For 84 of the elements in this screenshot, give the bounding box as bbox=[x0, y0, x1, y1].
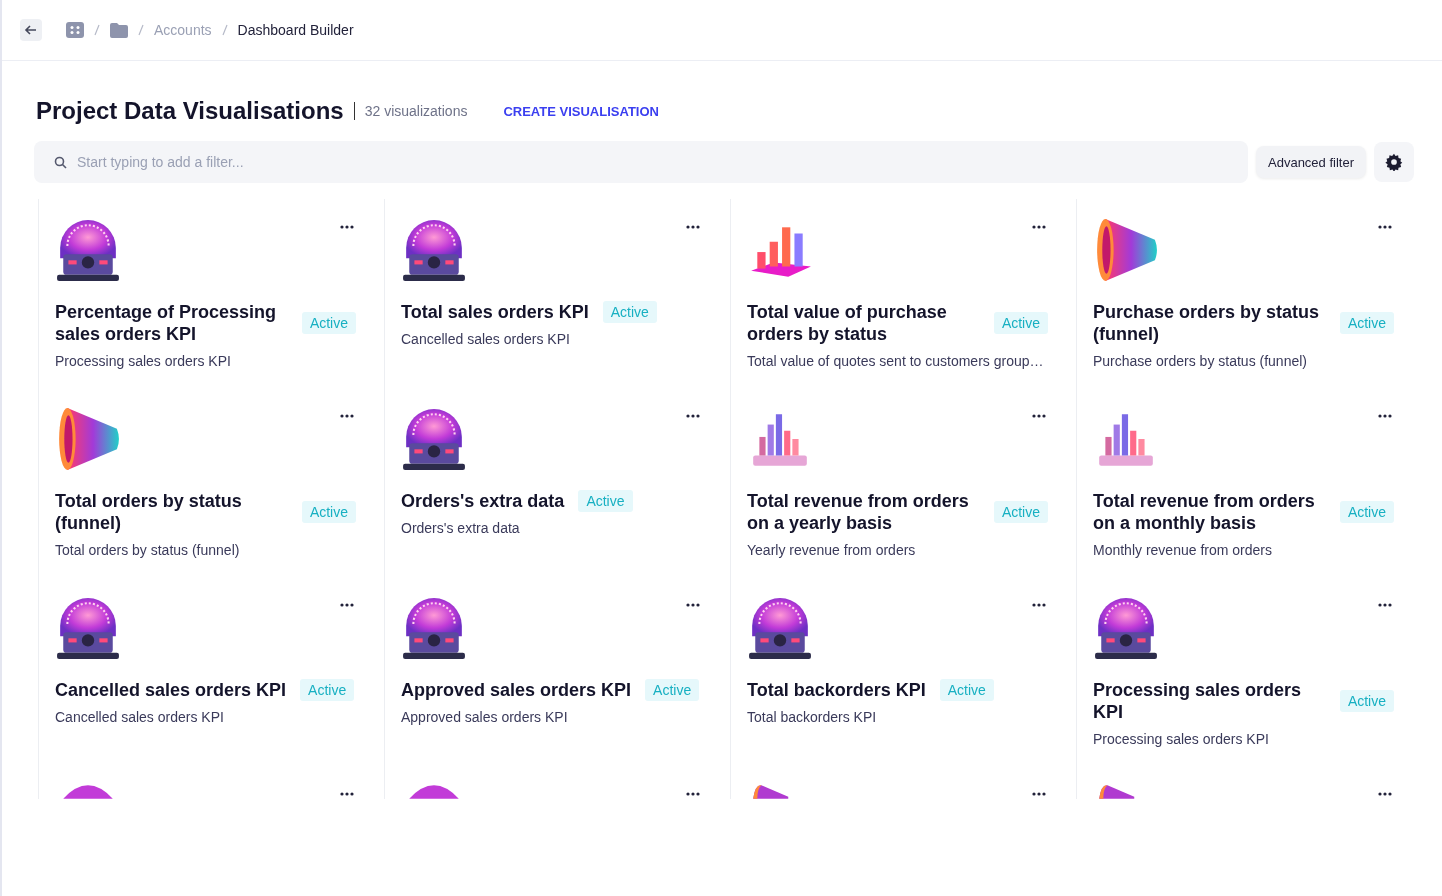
card-description: Total orders by status (funnel) bbox=[55, 542, 241, 558]
more-dots-icon bbox=[686, 414, 700, 418]
card-description: Monthly revenue from orders bbox=[1093, 542, 1273, 558]
settings-icon bbox=[1385, 153, 1403, 171]
more-dots-icon bbox=[340, 603, 354, 607]
card-description: Processing sales orders KPI bbox=[55, 353, 232, 369]
card-title[interactable]: Total revenue from orders on a yearly basis bbox=[747, 490, 980, 534]
card-description: Total value of quotes sent to customers group… bbox=[747, 353, 1045, 369]
folder-icon[interactable] bbox=[110, 22, 128, 38]
breadcrumb-separator bbox=[221, 24, 228, 36]
more-dots-icon bbox=[1032, 414, 1046, 418]
search-icon bbox=[54, 156, 67, 169]
card-title[interactable]: Total orders by status (funnel) bbox=[55, 490, 288, 534]
filter-search-field[interactable]: Start typing to add a filter... bbox=[34, 141, 1248, 183]
bar-chart-icon bbox=[751, 227, 811, 277]
card-title[interactable]: Total sales orders KPI bbox=[401, 301, 589, 323]
card-title[interactable]: Total value of purchase orders by status bbox=[747, 301, 980, 345]
gauge-icon bbox=[57, 220, 119, 281]
status-badge: Active bbox=[993, 312, 1048, 334]
status-badge: Active bbox=[645, 679, 700, 701]
visualization-count: 32 visualizations bbox=[364, 103, 468, 119]
more-dots-icon bbox=[340, 792, 354, 796]
gauge-icon bbox=[403, 409, 465, 470]
card-title[interactable]: Processing sales orders KPI bbox=[1093, 679, 1326, 723]
card-description: Purchase orders by status (funnel) bbox=[1093, 353, 1308, 369]
card-description: Yearly revenue from orders bbox=[747, 542, 917, 558]
card-title[interactable]: Percentage of Processing sales orders KPI bbox=[55, 301, 288, 345]
card-title[interactable]: Orders's extra data bbox=[401, 490, 565, 512]
status-badge: Active bbox=[1339, 690, 1394, 712]
card-title[interactable]: Purchase orders by status (funnel) bbox=[1093, 301, 1326, 345]
card-description: Processing sales orders KPI bbox=[1093, 731, 1270, 747]
card-title[interactable]: Approved sales orders KPI bbox=[401, 679, 632, 701]
advanced-filter-button[interactable]: Advanced filter bbox=[1256, 146, 1366, 178]
gauge-icon bbox=[57, 598, 119, 659]
card-title[interactable]: Cancelled sales orders KPI bbox=[55, 679, 287, 701]
status-badge: Active bbox=[1339, 312, 1394, 334]
more-dots-icon bbox=[340, 225, 354, 229]
status-badge: Active bbox=[301, 312, 356, 334]
card-description: Total backorders KPI bbox=[747, 709, 878, 725]
more-dots-icon bbox=[686, 603, 700, 607]
breadcrumb-item[interactable]: Dashboard Builder bbox=[237, 22, 354, 38]
funnel-icon bbox=[753, 785, 789, 799]
create-visualisation-link[interactable]: CREATE VISUALISATION bbox=[503, 103, 659, 119]
gauge-icon bbox=[1095, 598, 1157, 659]
gauge-icon bbox=[403, 220, 465, 281]
status-badge: Active bbox=[578, 490, 633, 512]
more-dots-icon bbox=[1378, 414, 1392, 418]
more-dots-icon bbox=[1032, 603, 1046, 607]
more-dots-icon bbox=[1378, 792, 1392, 796]
grid-icon[interactable] bbox=[66, 22, 84, 38]
card-description: Approved sales orders KPI bbox=[401, 709, 569, 725]
settings-button[interactable] bbox=[1374, 142, 1414, 182]
breadcrumb-separator bbox=[138, 24, 144, 36]
status-badge: Active bbox=[602, 301, 657, 323]
status-badge: Active bbox=[1339, 501, 1394, 523]
card-description: Orders's extra data bbox=[401, 520, 521, 536]
status-badge: Active bbox=[301, 501, 356, 523]
histogram-icon bbox=[753, 414, 807, 466]
gauge-icon bbox=[403, 598, 465, 659]
back-button[interactable] bbox=[20, 19, 42, 41]
card-description: Cancelled sales orders KPI bbox=[55, 709, 225, 725]
more-dots-icon bbox=[1378, 225, 1392, 229]
status-badge: Active bbox=[993, 501, 1048, 523]
funnel-icon bbox=[1099, 785, 1135, 799]
gauge-icon bbox=[749, 598, 811, 659]
breadcrumb-separator bbox=[94, 24, 100, 36]
more-dots-icon bbox=[340, 414, 354, 418]
card-description: Cancelled sales orders KPI bbox=[401, 331, 571, 347]
card-title[interactable]: Total revenue from orders on a monthly basis bbox=[1093, 490, 1326, 534]
funnel-icon bbox=[1097, 219, 1157, 281]
page-title: Project Data Visualisations bbox=[36, 97, 344, 125]
funnel-icon bbox=[59, 408, 119, 470]
status-badge: Active bbox=[939, 679, 994, 701]
more-dots-icon bbox=[1032, 792, 1046, 796]
status-badge: Active bbox=[300, 679, 355, 701]
more-dots-icon bbox=[686, 225, 700, 229]
gauge-icon bbox=[63, 785, 113, 799]
more-dots-icon bbox=[1032, 225, 1046, 229]
histogram-icon bbox=[1099, 414, 1153, 466]
gauge-icon bbox=[409, 785, 459, 799]
more-dots-icon bbox=[1378, 603, 1392, 607]
back-arrow-icon bbox=[24, 23, 38, 37]
more-dots-icon bbox=[686, 792, 700, 796]
card-title[interactable]: Total backorders KPI bbox=[747, 679, 926, 701]
